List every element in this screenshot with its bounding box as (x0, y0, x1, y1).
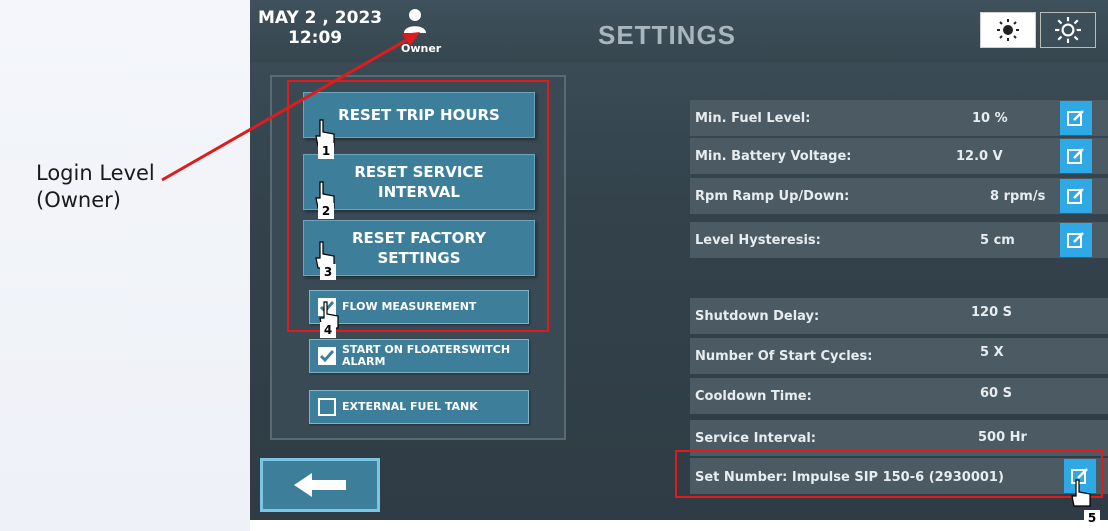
step-number: 3 (320, 264, 336, 280)
step-number: 5 (1084, 510, 1100, 526)
hand-pointer-icon (1068, 478, 1096, 508)
annotation-box-set-number (675, 450, 1103, 498)
step-number: 1 (318, 143, 334, 159)
step-number: 4 (320, 322, 336, 338)
step-number: 2 (318, 203, 334, 219)
